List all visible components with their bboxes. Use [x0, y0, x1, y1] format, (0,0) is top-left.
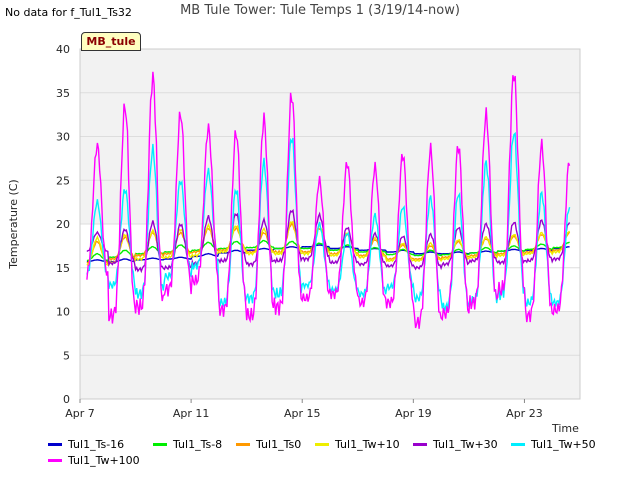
y-tick-label: 15 [56, 262, 70, 275]
legend-swatch [48, 443, 62, 446]
legend-swatch [48, 459, 62, 462]
x-tick-label: Apr 7 [65, 407, 95, 420]
legend-label: Tul1_Tw+100 [68, 454, 140, 467]
legend-label: Tul1_Ts0 [256, 438, 302, 451]
legend-label: Tul1_Ts-8 [173, 438, 223, 451]
y-tick-label: 40 [56, 43, 70, 56]
y-tick-label: 0 [63, 393, 70, 406]
legend-item: Tul1_Tw+100 [48, 454, 140, 467]
legend-item: Tul1_Tw+30 [413, 438, 498, 451]
legend-item: Tul1_Tw+10 [315, 438, 400, 451]
y-tick-label: 35 [56, 87, 70, 100]
legend-swatch [511, 443, 525, 446]
legend-swatch [315, 443, 329, 446]
x-axis: Apr 7 Apr 11 Apr 15 Apr 19 Apr 23 [65, 399, 543, 420]
legend-label: Tul1_Tw+10 [335, 438, 400, 451]
y-tick-label: 5 [63, 349, 70, 362]
legend-swatch [413, 443, 427, 446]
y-tick-label: 10 [56, 306, 70, 319]
legend-item: Tul1_Ts-16 [48, 438, 124, 451]
y-tick-label: 30 [56, 131, 70, 144]
y-axis-label: Temperature (C) [7, 179, 20, 269]
legend-swatch [236, 443, 250, 446]
y-tick-label: 20 [56, 218, 70, 231]
legend-label: Tul1_Tw+50 [531, 438, 596, 451]
x-tick-label: Apr 19 [395, 407, 432, 420]
temperature-line-chart: 0 5 10 15 20 25 30 35 40 Apr 7 Apr 11 Apr 15 Apr 19… [7, 43, 581, 435]
legend-item: Tul1_Ts-8 [153, 438, 222, 451]
y-tick-label: 25 [56, 174, 70, 187]
legend-swatch [153, 443, 167, 446]
x-tick-label: Apr 11 [173, 407, 210, 420]
legend-label: Tul1_Tw+30 [433, 438, 498, 451]
y-axis: 0 5 10 15 20 25 30 35 40 [56, 43, 70, 406]
legend-label: Tul1_Ts-16 [68, 438, 125, 451]
site-badge: MB_tule [81, 32, 141, 51]
x-tick-label: Apr 23 [506, 407, 543, 420]
legend-item: Tul1_Tw+50 [511, 438, 596, 451]
legend: Tul1_Ts-16 Tul1_Ts-8 Tul1_Ts0 Tul1_Tw+10 Tul… [0, 434, 640, 474]
legend-item: Tul1_Ts0 [236, 438, 301, 451]
x-tick-label: Apr 15 [284, 407, 321, 420]
